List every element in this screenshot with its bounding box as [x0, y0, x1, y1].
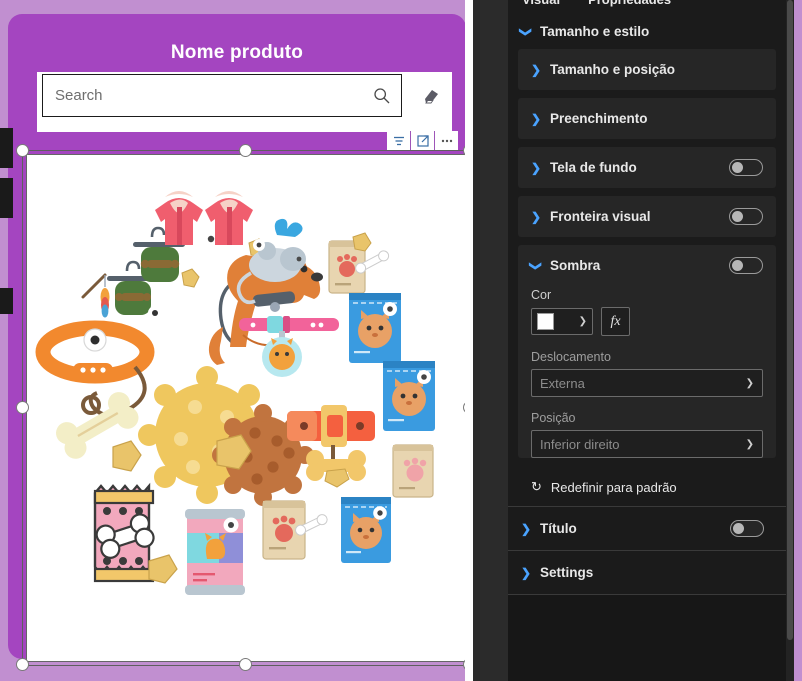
reset-icon: ↻ — [531, 479, 542, 494]
chevron-down-icon: ❯ — [745, 438, 754, 450]
chevron-right-icon: ❯ — [531, 209, 542, 224]
chevron-right-icon: ❯ — [521, 565, 532, 580]
section-settings-header[interactable]: ❯ Settings — [508, 551, 786, 594]
section-padding-label: Preenchimento — [550, 111, 648, 126]
more-options-icon[interactable] — [435, 131, 458, 151]
fx-label: fx — [610, 313, 621, 329]
left-edge-marker-1 — [0, 128, 13, 168]
panel-body: ❯ Tamanho e estilo ❯ Tamanho e posição ❯… — [508, 14, 786, 681]
section-size-and-position-header[interactable]: ❯ Tamanho e posição — [518, 49, 776, 90]
chevron-right-icon: ❯ — [521, 521, 532, 536]
panel-tabs[interactable]: Visual Propriedades — [508, 0, 794, 17]
focus-mode-icon[interactable] — [411, 131, 434, 151]
title-toggle[interactable] — [730, 520, 764, 537]
section-padding-header[interactable]: ❯ Preenchimento — [518, 98, 776, 139]
chevron-down-icon: ❯ — [745, 377, 754, 389]
resize-handle-top-center[interactable] — [239, 144, 252, 157]
app-root: Nome produto Search ❯ Tamanho e estilo ❯… — [0, 0, 802, 681]
group-header-size-and-style[interactable]: ❯ Tamanho e estilo — [508, 14, 786, 49]
pet-products-illustration — [35, 191, 435, 595]
chevron-right-icon: ❯ — [531, 62, 542, 77]
visual-header-toolbar[interactable] — [387, 131, 458, 151]
shadow-offset-label: Deslocamento — [531, 350, 611, 364]
section-title-label: Título — [540, 521, 577, 536]
visual-border-toggle[interactable] — [729, 208, 763, 225]
canvas-right-gutter — [465, 0, 473, 681]
section-background[interactable]: ❯ Tela de fundo — [518, 147, 776, 188]
shadow-position-value: Inferior direito — [540, 436, 620, 452]
group-header-label: Tamanho e estilo — [540, 24, 650, 39]
section-visual-border-label: Fronteira visual — [550, 209, 651, 224]
resize-handle-middle-left[interactable] — [16, 401, 29, 414]
page-title: Nome produto — [170, 42, 304, 63]
panel-scrollbar-thumb[interactable] — [787, 0, 793, 640]
tab-visual-label: Visual — [522, 0, 560, 7]
left-edge-marker-3 — [0, 288, 13, 314]
shadow-conditional-formatting-button[interactable]: fx — [601, 307, 630, 336]
section-title[interactable]: ❯ Título — [508, 506, 786, 550]
format-visual-panel[interactable]: Visual Propriedades ❯ Tamanho e estilo ❯… — [508, 0, 794, 681]
shadow-position-dropdown[interactable]: Inferior direito ❯ — [531, 430, 763, 458]
filter-icon[interactable] — [387, 131, 410, 151]
pane-switcher-rail[interactable]: S — [473, 0, 508, 681]
section-padding[interactable]: ❯ Preenchimento — [518, 98, 776, 139]
shadow-color-picker[interactable]: ❯ — [531, 308, 593, 335]
chevron-right-icon: ❯ — [531, 111, 542, 126]
tab-visual[interactable]: Visual — [508, 0, 574, 17]
panel-scrollbar[interactable] — [786, 0, 794, 681]
sections-container: ❯ Tamanho e posição ❯ Preenchimento ❯ Te… — [508, 49, 786, 506]
resize-handle-top-left[interactable] — [16, 144, 29, 157]
section-settings[interactable]: ❯ Settings — [508, 550, 786, 594]
tab-propriedades-label: Propriedades — [588, 0, 671, 7]
section-shadow-label: Sombra — [550, 258, 601, 273]
product-card-visual[interactable]: Nome produto Search — [8, 14, 465, 671]
left-edge-marker-2 — [0, 178, 13, 218]
section-background-label: Tela de fundo — [550, 160, 637, 175]
search-slicer[interactable]: Search — [37, 72, 452, 132]
shadow-color-row: ❯ fx — [518, 307, 776, 348]
section-visual-border[interactable]: ❯ Fronteira visual — [518, 196, 776, 237]
background-toggle[interactable] — [729, 159, 763, 176]
color-swatch — [537, 313, 554, 330]
reset-to-default-label: Redefinir para padrão — [550, 479, 677, 495]
chevron-down-icon: ❯ — [578, 316, 587, 327]
reset-to-default-button[interactable]: ↻ Redefinir para padrão — [518, 470, 776, 506]
toggle-knob — [732, 162, 743, 173]
shadow-position-label: Posição — [531, 411, 576, 425]
pet-products-image[interactable] — [26, 154, 465, 662]
chevron-down-icon: ❯ — [529, 260, 543, 271]
shadow-color-label: Cor — [531, 288, 552, 302]
toggle-knob — [732, 211, 743, 222]
resize-handle-bottom-center[interactable] — [239, 658, 252, 671]
search-icon[interactable] — [373, 87, 391, 105]
tab-propriedades[interactable]: Propriedades — [574, 0, 685, 14]
section-shadow[interactable]: ❯ Sombra Cor ❯ fx Deslocamento Externa ❯… — [518, 245, 776, 458]
eraser-icon[interactable] — [412, 74, 448, 117]
chevron-down-icon: ❯ — [519, 26, 533, 37]
section-size-and-position-label: Tamanho e posição — [550, 62, 676, 77]
shadow-offset-value: Externa — [540, 375, 585, 391]
report-canvas[interactable]: Nome produto Search — [0, 0, 465, 681]
shadow-offset-dropdown[interactable]: Externa ❯ — [531, 369, 763, 397]
resize-handle-bottom-left[interactable] — [16, 658, 29, 671]
section-settings-label: Settings — [540, 565, 594, 580]
shadow-toggle[interactable] — [729, 257, 763, 274]
search-input[interactable]: Search — [42, 74, 402, 117]
chevron-right-icon: ❯ — [531, 160, 542, 175]
panel-empty-area — [508, 594, 786, 681]
toggle-knob — [732, 260, 743, 271]
toggle-knob — [733, 523, 744, 534]
search-placeholder: Search — [55, 87, 103, 104]
section-size-and-position[interactable]: ❯ Tamanho e posição — [518, 49, 776, 90]
